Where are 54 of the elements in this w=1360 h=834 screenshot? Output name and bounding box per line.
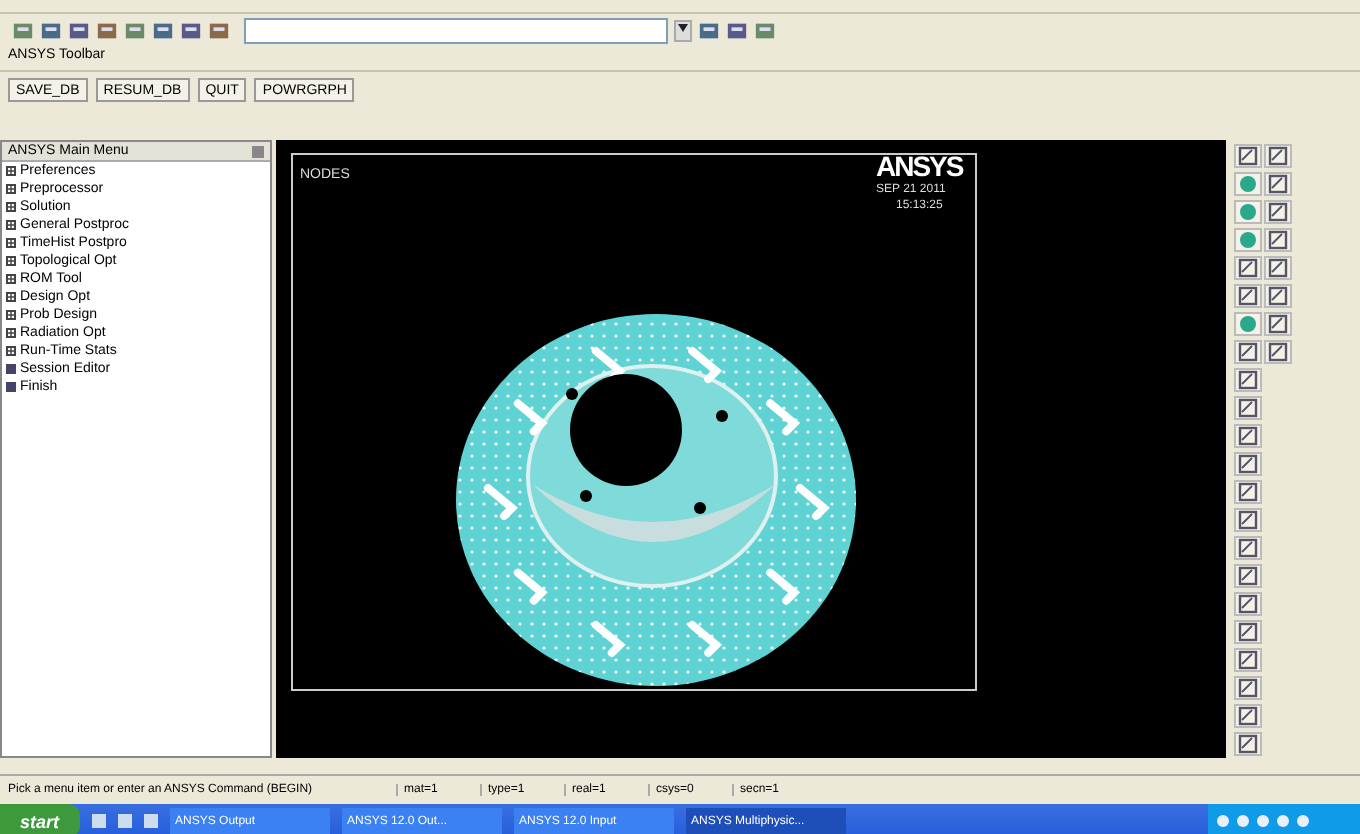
view-button[interactable] [1264,200,1292,224]
dropdown-button[interactable] [674,19,692,41]
view-button[interactable] [1234,452,1262,476]
view-button[interactable] [1264,172,1292,196]
collapse-icon[interactable] [252,145,264,157]
view-button[interactable] [1234,480,1262,504]
toolbar-icon[interactable] [152,19,174,41]
start-button[interactable]: start [0,804,80,834]
toolbar-icon[interactable] [96,19,118,41]
view-button[interactable] [1234,676,1262,700]
expand-icon [6,274,16,284]
view-button[interactable] [1234,508,1262,532]
expand-icon [6,220,16,230]
caret-icon [678,24,688,32]
view-button[interactable] [1234,368,1262,392]
logo: ANSYS [876,150,963,182]
view-button[interactable] [1264,312,1292,336]
command-input[interactable] [244,17,668,43]
view-button[interactable] [1234,592,1262,616]
toolbar-icon[interactable] [208,19,230,41]
expand-icon [6,184,16,194]
expand-icon [6,310,16,320]
toolbar-icon[interactable] [124,19,146,41]
view-button[interactable] [1234,284,1262,308]
view-button[interactable] [1234,424,1262,448]
expand-icon [6,346,16,356]
view-button[interactable] [1234,564,1262,588]
toolbar-icon[interactable] [40,19,62,41]
expand-icon [6,328,16,338]
expand-icon [6,238,16,248]
toolbar-icon[interactable] [754,19,776,41]
expand-icon [6,256,16,266]
toolbar-icon[interactable] [180,19,202,41]
expand-icon [6,166,16,176]
view-button[interactable] [1234,144,1262,168]
view-button[interactable] [1264,144,1292,168]
expand-icon [6,292,16,302]
toolbar-icon[interactable] [68,19,90,41]
view-button[interactable] [1234,620,1262,644]
view-button[interactable] [1234,396,1262,420]
view-button[interactable] [1234,704,1262,728]
view-button[interactable] [1264,256,1292,280]
view-button[interactable] [1264,284,1292,308]
view-button[interactable] [1264,228,1292,252]
toolbar-icon[interactable] [12,19,34,41]
view-button[interactable] [1234,732,1262,756]
view-button[interactable] [1234,340,1262,364]
view-button[interactable] [1234,256,1262,280]
toolbar-icon[interactable] [726,19,748,41]
expand-icon [6,202,16,212]
view-button[interactable] [1234,648,1262,672]
view-button[interactable] [1234,536,1262,560]
view-button[interactable] [1264,340,1292,364]
toolbar-icon[interactable] [698,19,720,41]
